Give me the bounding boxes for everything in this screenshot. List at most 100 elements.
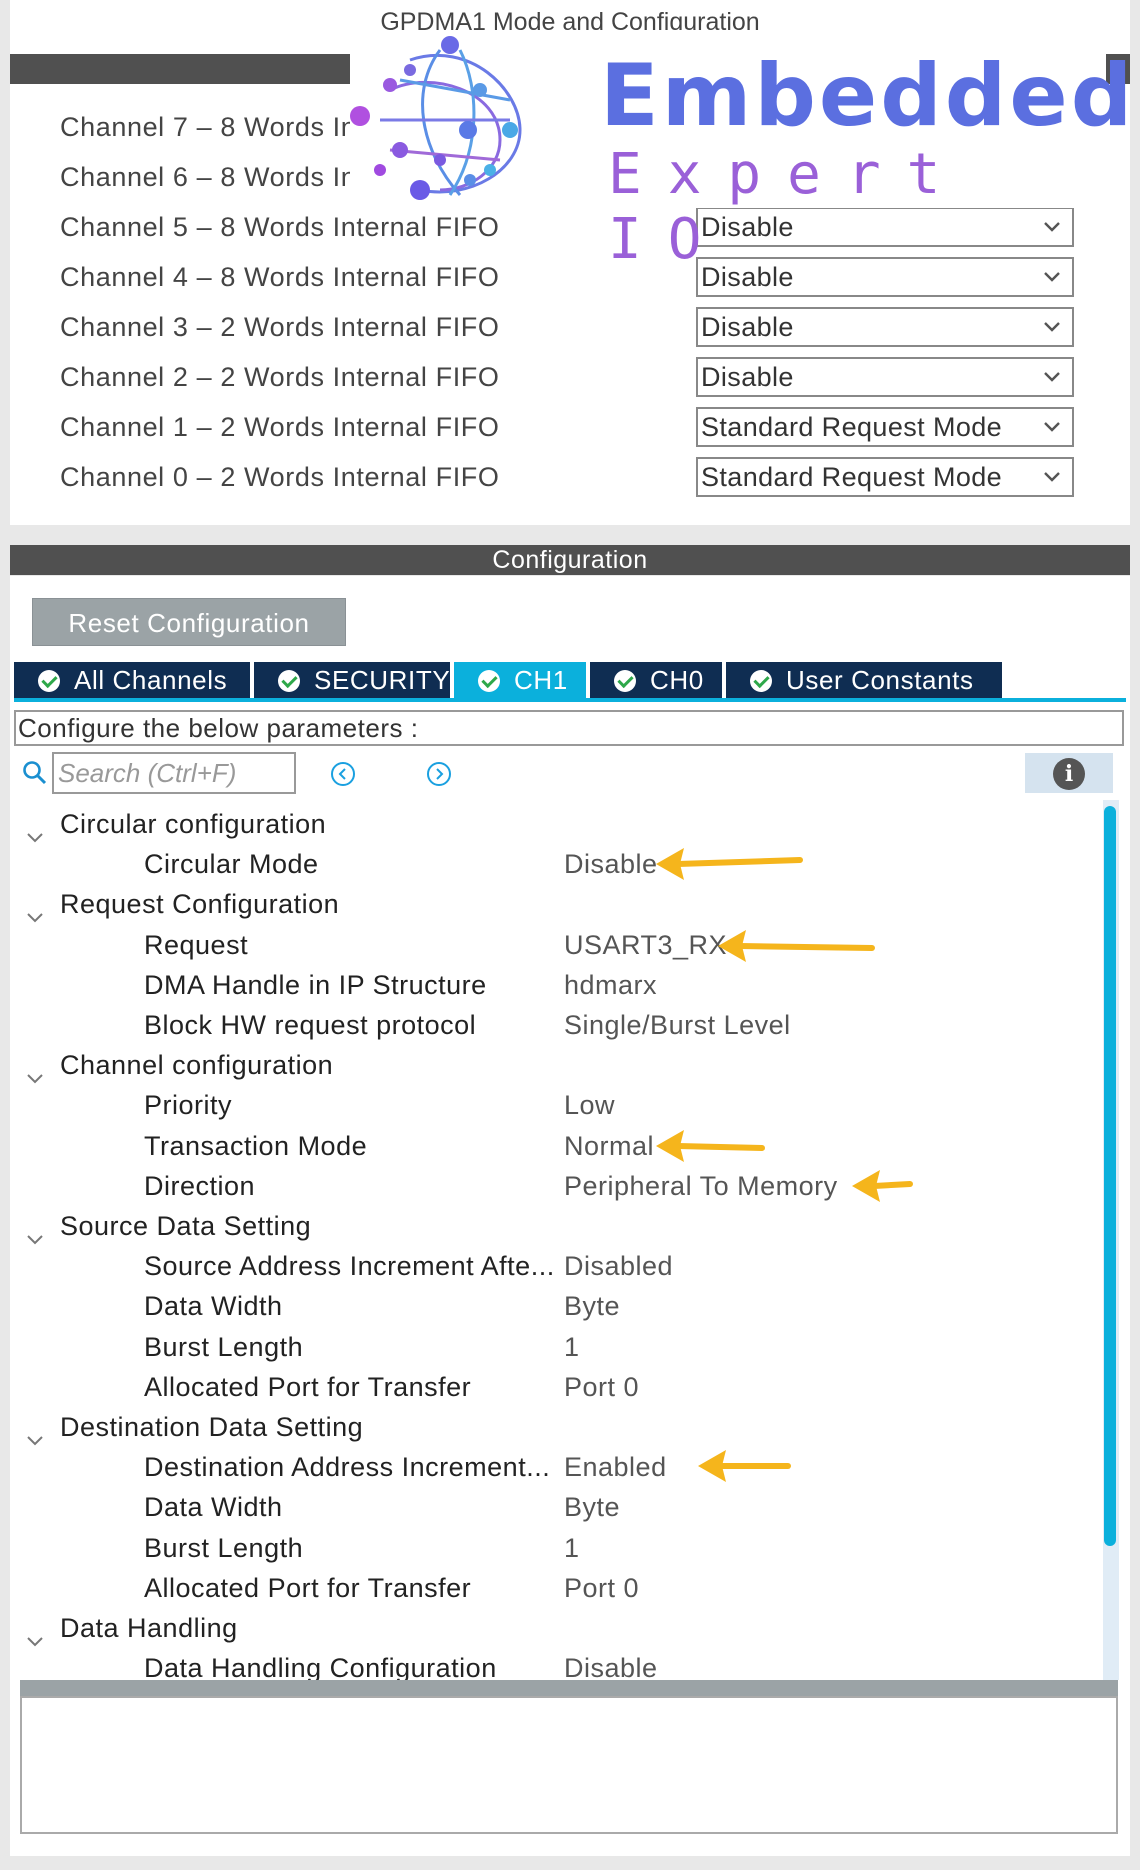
param-value[interactable]: 1 [564,1528,580,1568]
param-value[interactable]: Port 0 [564,1568,639,1608]
channel-row-label: Channel 2 – 2 Words Internal FIFO [60,362,500,392]
tree-param-row[interactable]: Destination Address Increment... Enabled [20,1447,1102,1487]
channel-mode-select[interactable]: Standard Request Mode [696,457,1074,497]
tree-param-row[interactable]: Allocated Port for Transfer Port 0 [20,1367,1102,1407]
tree-param-row[interactable]: DMA Handle in IP Structure hdmarx [20,965,1102,1005]
param-label: Burst Length [144,1532,304,1563]
param-value[interactable]: Byte [564,1487,620,1527]
param-value[interactable]: hdmarx [564,965,657,1005]
tree-group-row[interactable]: Channel configuration [20,1045,1102,1085]
channel-mode-value: Standard Request Mode [701,462,1003,492]
check-circle-icon [38,670,60,692]
param-value[interactable]: Byte [564,1286,620,1326]
param-label: Destination Address Increment... [144,1452,551,1483]
param-label: Request [144,929,249,960]
param-label: Burst Length [144,1331,304,1362]
chevron-down-icon [1042,309,1062,345]
vertical-scrollbar-thumb[interactable] [1104,806,1116,1546]
chevron-down-icon[interactable] [26,896,44,923]
highlight-arrow-request [718,930,875,962]
tree-param-row[interactable]: Circular Mode Disable [20,844,1102,884]
channel-mode-value: Disable [701,312,794,342]
param-label: Circular Mode [144,849,319,880]
tree-param-row[interactable]: Direction Peripheral To Memory [20,1166,1102,1206]
param-value[interactable]: Enabled [564,1447,667,1487]
param-value[interactable]: Low [564,1085,615,1125]
channel-mode-select[interactable]: Disable [696,307,1074,347]
param-label: Source Address Increment Afte... [144,1251,555,1282]
info-button[interactable]: i [1025,753,1113,793]
tree-param-row[interactable]: Burst Length 1 [20,1327,1102,1367]
tree-group-row[interactable]: Circular configuration [20,804,1102,844]
tab-user-constants[interactable]: User Constants [726,662,1002,698]
tab-label: SECURITY [314,665,451,695]
param-value[interactable]: Disable [564,844,658,884]
tree-param-row[interactable]: Transaction Mode Normal [20,1126,1102,1166]
tree-param-row[interactable]: Priority Low [20,1085,1102,1125]
chevron-down-icon[interactable] [26,1218,44,1245]
search-input[interactable]: Search (Ctrl+F) [52,752,296,794]
tree-param-row[interactable]: Burst Length 1 [20,1528,1102,1568]
tree-param-row[interactable]: Allocated Port for Transfer Port 0 [20,1568,1102,1608]
tab-label: All Channels [74,665,228,695]
channel-row-label: Channel 0 – 2 Words Internal FIFO [60,462,500,492]
chevron-down-icon[interactable] [26,816,44,843]
channel-mode-select[interactable]: Disable [696,357,1074,397]
tree-param-row[interactable]: Data Width Byte [20,1286,1102,1326]
channel-mode-select[interactable]: Standard Request Mode [696,407,1074,447]
highlight-arrow-direction [852,1170,913,1202]
tab-ch0[interactable]: CH0 [590,662,722,698]
tree-group-row[interactable]: Destination Data Setting [20,1407,1102,1447]
param-value[interactable]: Normal [564,1126,654,1166]
param-value[interactable]: Single/Burst Level [564,1005,791,1045]
tree-group-label: Data Handling [60,1613,238,1643]
logo-title: Embedded [600,46,1136,146]
param-value[interactable]: Port 0 [564,1367,639,1407]
param-value[interactable]: USART3_RX [564,925,727,965]
tree-param-row[interactable]: Request USART3_RX [20,925,1102,965]
tree-param-row[interactable]: Data Width Byte [20,1487,1102,1527]
param-value[interactable]: 1 [564,1327,580,1367]
tree-param-row[interactable]: Block HW request protocol Single/Burst Le… [20,1005,1102,1045]
search-icon[interactable] [22,760,48,786]
tree-param-row[interactable]: Source Address Increment Afte... Disabled [20,1246,1102,1286]
channel-row-label: Channel 1 – 2 Words Internal FIFO [60,412,500,442]
check-circle-icon [750,670,772,692]
info-icon: i [1053,758,1085,790]
prev-icon[interactable] [330,761,356,787]
tree-group-row[interactable]: Data Handling [20,1608,1102,1648]
param-label: Allocated Port for Transfer [144,1572,472,1603]
param-value[interactable]: Disabled [564,1246,673,1286]
param-value[interactable]: Peripheral To Memory [564,1166,838,1206]
tree-group-row[interactable]: Request Configuration [20,884,1102,924]
config-section-bar: Configuration [10,545,1130,575]
channel-row-label: Channel 4 – 8 Words Internal FIFO [60,262,500,292]
logo-globe-icon [350,36,522,200]
chevron-down-icon[interactable] [26,1419,44,1446]
logo-subtitle: Expert IO [608,142,967,272]
chevron-down-icon[interactable] [26,1620,44,1647]
chevron-down-icon [1042,409,1062,445]
tree-group-row[interactable]: Source Data Setting [20,1206,1102,1246]
tab-underline [14,698,1126,702]
embedded-expert-io-logo: Embedded Expert IO [350,30,1132,272]
horizontal-divider[interactable] [20,1680,1118,1696]
channel-row-label: Channel 3 – 2 Words Internal FIFO [60,312,500,342]
param-label: Allocated Port for Transfer [144,1371,472,1402]
parameter-tree: Circular configuration Circular Mode Disab… [20,800,1102,1683]
tree-group-label: Circular configuration [60,809,327,839]
param-label: DMA Handle in IP Structure [144,969,487,1000]
reset-configuration-button[interactable]: Reset Configuration [32,598,346,646]
param-label: Block HW request protocol [144,1010,477,1040]
check-circle-icon [278,670,300,692]
tab-ch1[interactable]: CH1 [454,662,586,698]
tab-security[interactable]: SECURITY [254,662,450,698]
next-icon[interactable] [426,761,452,787]
tab-all-channels[interactable]: All Channels [14,662,250,698]
param-label: Data Width [144,1492,283,1523]
param-label: Priority [144,1090,233,1121]
chevron-down-icon [1042,359,1062,395]
chevron-down-icon[interactable] [26,1057,44,1084]
highlight-arrow-destination-increment [698,1450,791,1482]
highlight-arrow-circular-mode [656,848,803,880]
